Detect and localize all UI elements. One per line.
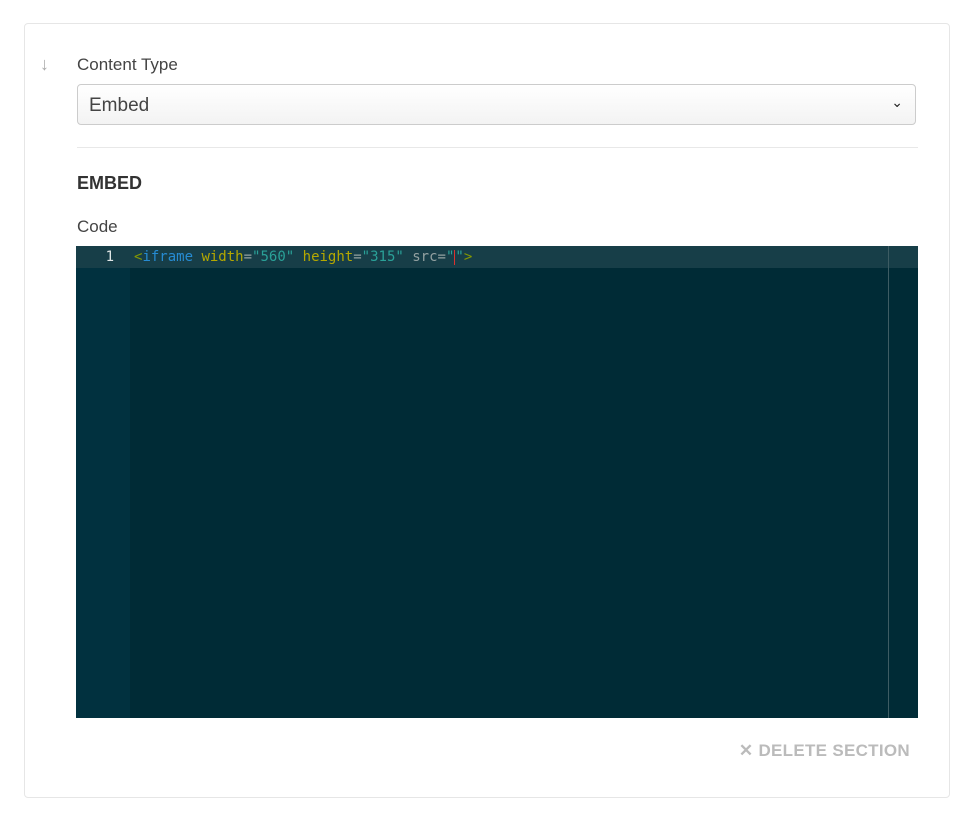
content-type-select[interactable]: Embed ⌄	[77, 84, 916, 125]
token: =	[437, 249, 446, 265]
token: "560"	[252, 249, 295, 265]
token: =	[243, 249, 253, 265]
editor-gutter	[76, 246, 130, 718]
print-margin	[888, 246, 889, 718]
section-title: EMBED	[77, 173, 143, 193]
token: width	[201, 249, 244, 265]
token: src	[412, 249, 438, 265]
token: "	[445, 249, 455, 265]
token: height	[302, 249, 354, 265]
code-editor[interactable]: 1 <iframe width="560" height="315" src="…	[76, 246, 918, 718]
token: >	[463, 249, 473, 265]
token: iframe	[142, 249, 194, 265]
token: =	[353, 249, 362, 265]
content-type-value: Embed	[89, 95, 150, 116]
token: "	[455, 249, 464, 265]
code-line[interactable]: <iframe width="560" height="315" src="">	[134, 249, 472, 265]
token: "315"	[361, 249, 404, 265]
arrow-down-icon[interactable]: ↓	[40, 54, 49, 75]
line-number: 1	[105, 249, 114, 265]
delete-section-button[interactable]: ✕ DELETE SECTION	[739, 741, 910, 761]
chevron-down-icon: ⌄	[891, 94, 903, 110]
code-label: Code	[77, 217, 118, 236]
close-icon: ✕	[738, 741, 754, 760]
divider	[77, 147, 918, 148]
content-type-label: Content Type	[77, 55, 178, 74]
delete-label: DELETE SECTION	[758, 741, 910, 760]
